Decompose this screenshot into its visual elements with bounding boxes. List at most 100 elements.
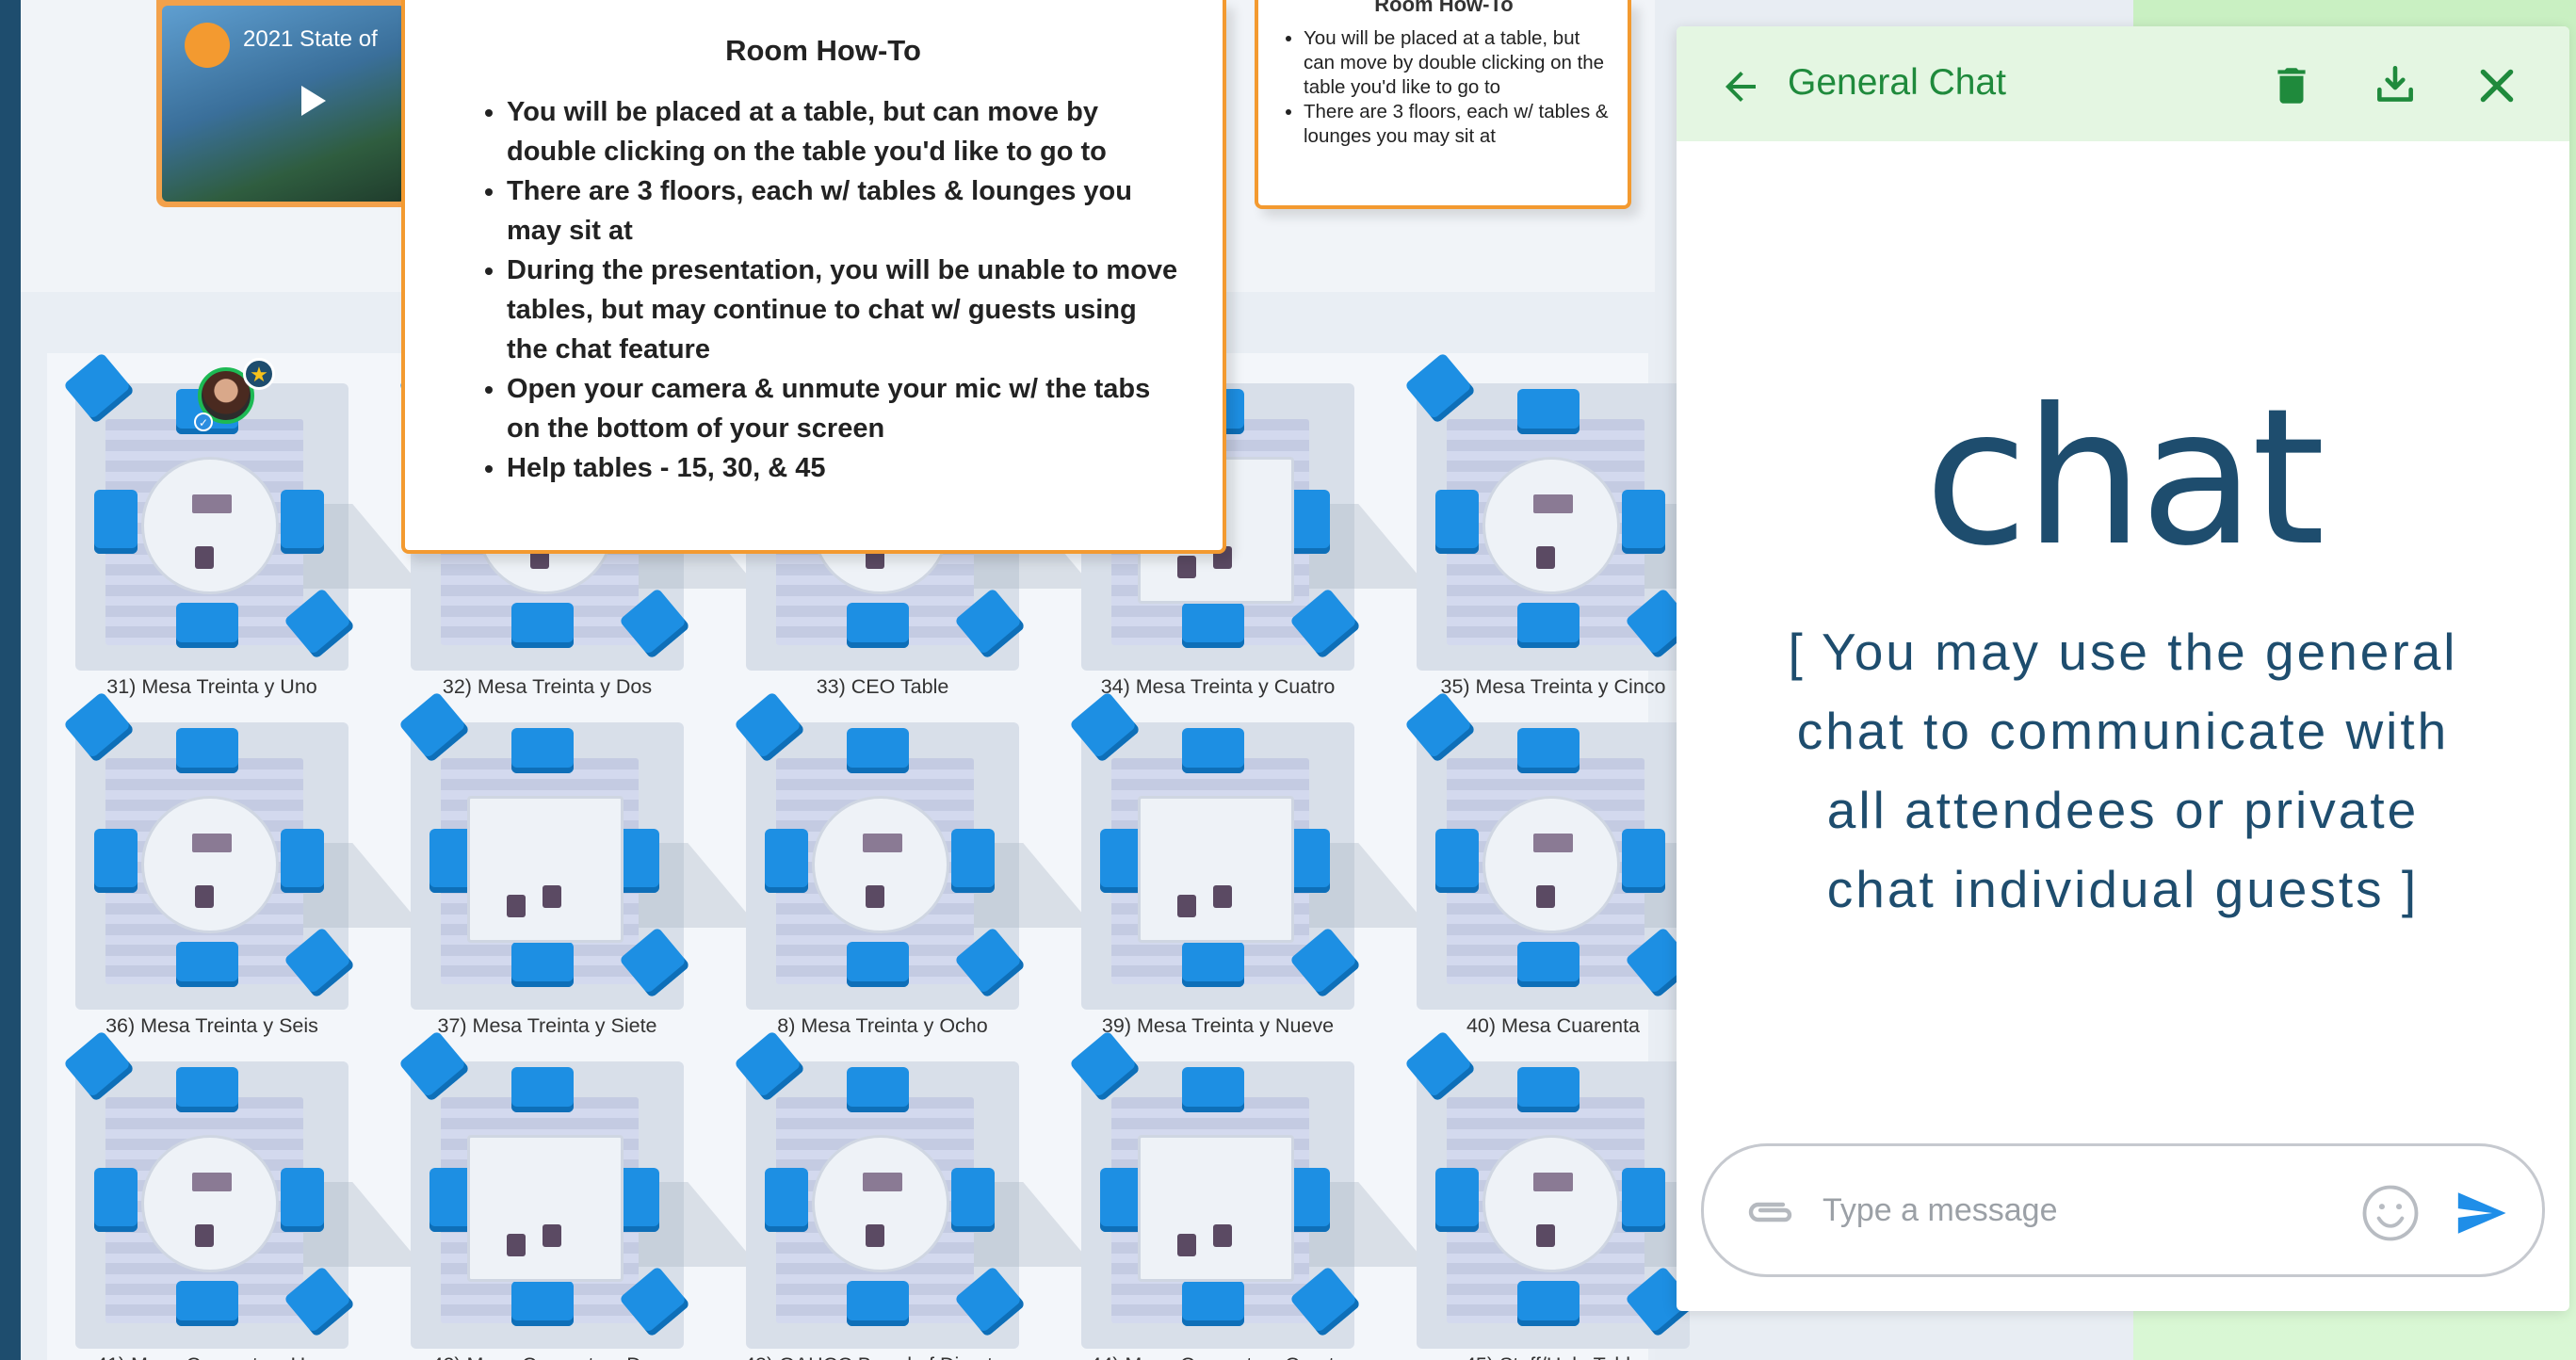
send-icon[interactable] <box>2450 1186 2512 1240</box>
chair-icon <box>176 942 238 987</box>
table-top <box>1482 457 1620 594</box>
chair-icon <box>765 829 808 893</box>
laptop-icon <box>192 494 232 513</box>
chair-icon <box>511 942 574 987</box>
star-icon: ★ <box>243 358 275 390</box>
chair-icon <box>281 829 324 893</box>
table-label: 41) Mesa Cuarenta y Uno <box>68 1353 356 1360</box>
cup-icon <box>195 885 214 908</box>
video-frame[interactable]: 2021 State of <box>156 0 411 207</box>
chat-header: General Chat <box>1677 26 2569 141</box>
chair-icon <box>1517 603 1580 648</box>
table-tile[interactable]: 37) Mesa Treinta y Siete <box>397 690 759 1037</box>
table-tile[interactable]: 45) Staff/Help Table <box>1403 1029 1765 1360</box>
table-top <box>141 796 279 933</box>
table-tile[interactable]: 8) Mesa Treinta y Ocho <box>733 690 1094 1037</box>
chair-icon <box>1182 942 1244 987</box>
chair-icon <box>176 1067 238 1112</box>
video-title: 2021 State of <box>243 26 378 52</box>
chair-icon <box>281 1168 324 1232</box>
cup-icon <box>507 895 526 917</box>
cup-icon <box>195 546 214 569</box>
video-thumbnail[interactable]: 2021 State of <box>162 6 405 202</box>
chair-icon <box>847 603 909 648</box>
cup-icon <box>1536 1224 1555 1247</box>
table-top <box>1482 796 1620 933</box>
table-tile[interactable]: 41) Mesa Cuarenta y Uno <box>62 1029 424 1360</box>
chair-icon <box>176 603 238 648</box>
floor-map: 2021 State of Room How-To You will be pl… <box>21 0 1765 1360</box>
cup-icon <box>1536 546 1555 569</box>
chair-icon <box>1182 1281 1244 1326</box>
table-top <box>467 796 624 943</box>
chat-title: General Chat <box>1788 62 2006 103</box>
room-howto-panel-secondary: Room How-To You will be placed at a tabl… <box>1255 0 1631 209</box>
cup-icon <box>1177 895 1196 917</box>
back-arrow-icon[interactable] <box>1718 64 1763 109</box>
list-item: There are 3 floors, each w/ tables & lou… <box>1304 100 1609 149</box>
chair-icon <box>1622 829 1665 893</box>
room-howto-title: Room How-To <box>725 34 921 67</box>
table-tile[interactable]: 40) Mesa Cuarenta <box>1403 690 1765 1037</box>
room-howto-secondary-title: Room How-To <box>1374 0 1514 16</box>
chair-icon <box>1517 1067 1580 1112</box>
chair-icon <box>1182 728 1244 773</box>
table-label: 44) Mesa Cuarenta y Cuarto <box>1074 1353 1362 1360</box>
chair-icon <box>511 603 574 648</box>
laptop-icon <box>863 1173 902 1191</box>
table-tile[interactable]: 36) Mesa Treinta y Seis <box>62 690 424 1037</box>
download-icon[interactable] <box>2372 62 2419 109</box>
laptop-icon <box>192 834 232 852</box>
cup-icon <box>866 1224 884 1247</box>
message-input[interactable] <box>1821 1186 2352 1235</box>
table-label: 43) GAHCC Board of Directors <box>738 1353 1027 1360</box>
chair-icon <box>1435 1168 1479 1232</box>
cup-icon <box>507 1234 526 1256</box>
laptop-icon <box>1533 834 1573 852</box>
chat-hint-text: [ You may use the general chat to commun… <box>1788 623 2458 918</box>
table-top <box>467 1135 624 1282</box>
chair-icon <box>1517 942 1580 987</box>
list-item: During the presentation, you will be una… <box>507 251 1185 369</box>
paperclip-icon[interactable] <box>1742 1193 1798 1231</box>
laptop-icon <box>1533 494 1573 513</box>
chat-panel: General Chat chat [ You may use the gene… <box>1677 26 2569 1311</box>
list-item: Open your camera & unmute your mic w/ th… <box>507 369 1185 448</box>
chair-icon <box>1435 829 1479 893</box>
chair-icon <box>176 1281 238 1326</box>
cup-icon <box>1536 885 1555 908</box>
chair-icon <box>1517 1281 1580 1326</box>
cup-icon <box>543 1224 561 1247</box>
trash-icon[interactable] <box>2268 62 2315 109</box>
table-label: 42) Mesa Cuarenta y Dos <box>403 1353 691 1360</box>
chair-icon <box>1182 603 1244 648</box>
laptop-icon <box>863 834 902 852</box>
chair-icon <box>847 942 909 987</box>
chair-icon <box>951 1168 995 1232</box>
chair-icon <box>847 1067 909 1112</box>
table-tile[interactable]: 43) GAHCC Board of Directors <box>733 1029 1094 1360</box>
chat-hero-text: chat <box>1924 368 2325 588</box>
table-tile[interactable]: 42) Mesa Cuarenta y Dos <box>397 1029 759 1360</box>
table-top <box>1482 1135 1620 1272</box>
chair-icon <box>1517 728 1580 773</box>
cup-icon <box>543 885 561 908</box>
list-item: Help tables - 15, 30, & 45 <box>507 448 1185 488</box>
chair-icon <box>765 1168 808 1232</box>
table-tile[interactable]: 44) Mesa Cuarenta y Cuarto <box>1068 1029 1430 1360</box>
list-item: There are 3 floors, each w/ tables & lou… <box>507 171 1185 251</box>
cup-icon <box>195 1224 214 1247</box>
emoji-icon[interactable] <box>2359 1182 2422 1244</box>
laptop-icon <box>192 1173 232 1191</box>
close-icon[interactable] <box>2473 62 2520 109</box>
table-tile[interactable]: 35) Mesa Treinta y Cinco <box>1403 351 1765 698</box>
table-tile[interactable]: 39) Mesa Treinta y Nueve <box>1068 690 1430 1037</box>
chair-icon <box>281 490 324 554</box>
play-icon[interactable] <box>301 86 326 116</box>
chair-icon <box>1435 490 1479 554</box>
logo-icon <box>185 23 230 68</box>
table-top <box>1138 1135 1294 1282</box>
chair-icon <box>94 490 138 554</box>
room-howto-panel: Room How-To You will be placed at a tabl… <box>401 0 1226 554</box>
chair-icon <box>176 728 238 773</box>
